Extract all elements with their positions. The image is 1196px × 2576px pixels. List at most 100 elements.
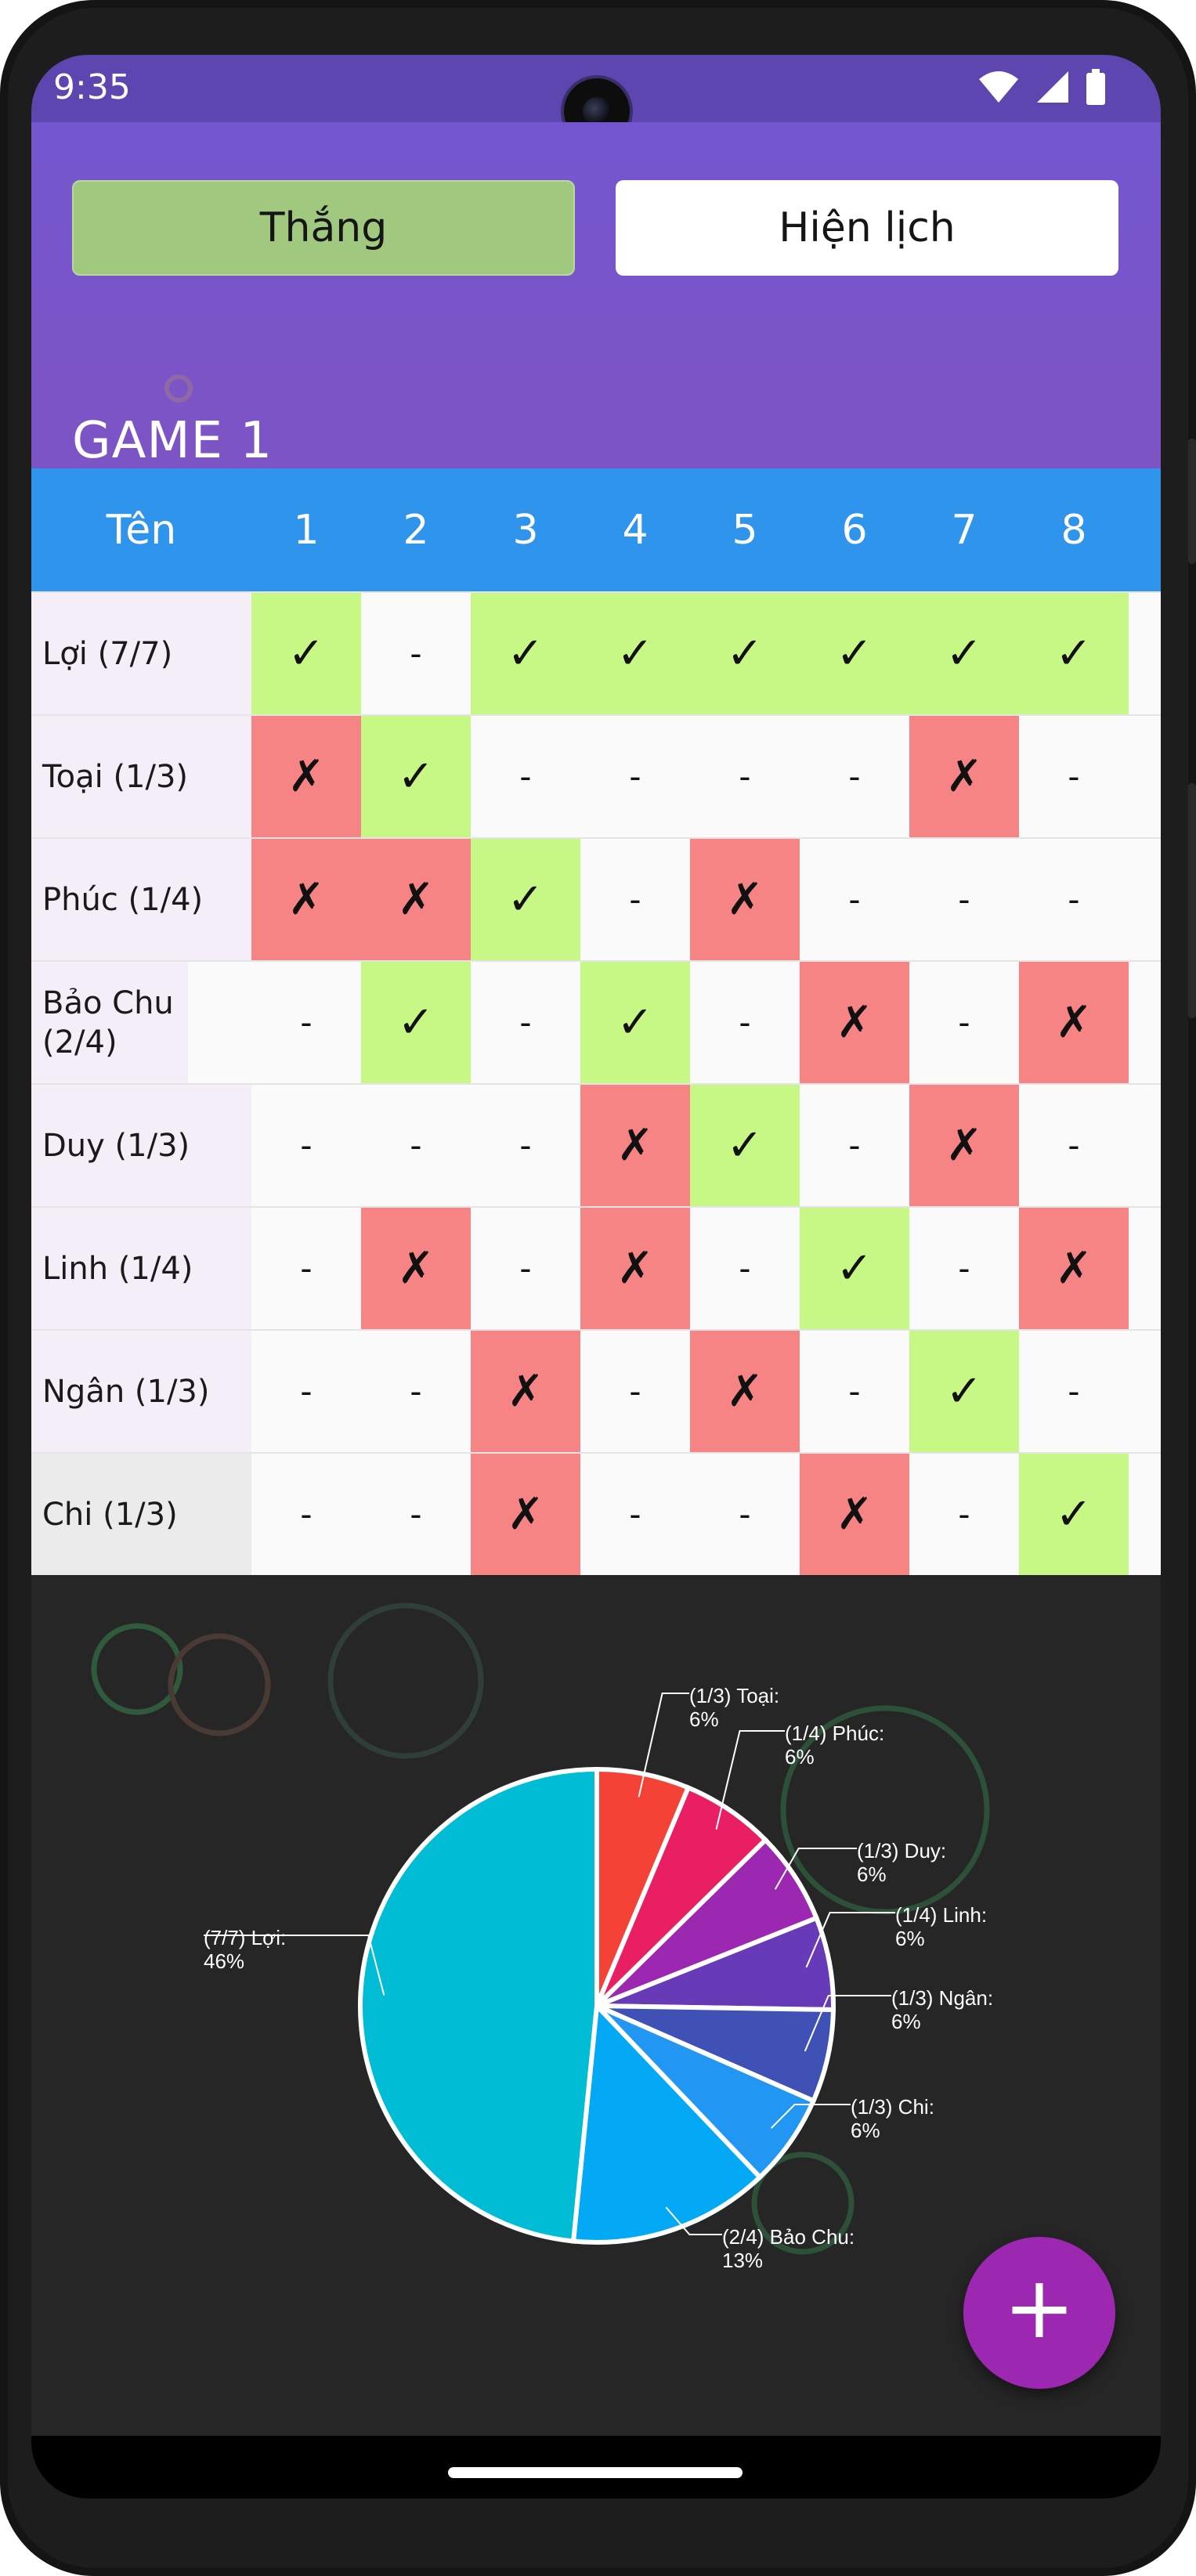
result-cell[interactable]: ✓	[580, 593, 690, 714]
signal-icon	[1037, 71, 1068, 103]
result-cell[interactable]: -	[909, 1454, 1019, 1575]
result-cell[interactable]: -	[251, 962, 361, 1083]
result-cell[interactable]: -	[690, 1454, 800, 1575]
result-cell[interactable]: ✗	[361, 839, 471, 960]
result-cell[interactable]: ✗	[909, 716, 1019, 837]
pie-percent-label: 6%	[851, 2119, 880, 2142]
home-indicator[interactable]	[448, 2467, 743, 2478]
result-cell[interactable]: ✗	[800, 962, 909, 1083]
result-cell[interactable]: ✓	[471, 593, 580, 714]
player-name-cell: Linh (1/4)	[31, 1208, 251, 1329]
result-cell[interactable]: -	[800, 1331, 909, 1452]
result-cell[interactable]: ✗	[1019, 962, 1129, 1083]
row-edge	[1129, 1085, 1161, 1206]
win-button[interactable]: Thắng	[72, 180, 575, 276]
result-cell[interactable]: ✓	[361, 962, 471, 1083]
result-cell[interactable]: ✓	[800, 1208, 909, 1329]
column-header-round: 5	[732, 506, 758, 554]
player-name-cell: Duy (1/3)	[31, 1085, 251, 1206]
player-name-cell: Toại (1/3)	[31, 716, 251, 837]
result-cell[interactable]: ✗	[909, 1085, 1019, 1206]
result-cell[interactable]: -	[909, 839, 1019, 960]
power-button	[1188, 439, 1196, 564]
result-cell[interactable]: ✓	[690, 593, 800, 714]
row-edge	[1129, 1208, 1161, 1329]
result-cell[interactable]: ✓	[471, 839, 580, 960]
column-header-round: 3	[512, 506, 539, 554]
pie-slice[interactable]	[358, 1766, 599, 2244]
result-cell[interactable]: -	[1019, 839, 1129, 960]
result-cell[interactable]: ✗	[361, 1208, 471, 1329]
status-time: 9:35	[53, 67, 131, 107]
result-cell[interactable]: ✗	[690, 839, 800, 960]
table-row: Toại (1/3) ✗ ✓ - - - - ✗ -	[31, 714, 1161, 837]
row-edge	[1129, 1454, 1161, 1575]
result-cell[interactable]: ✓	[690, 1085, 800, 1206]
result-cell[interactable]: -	[361, 1331, 471, 1452]
result-cell[interactable]: -	[690, 962, 800, 1083]
result-cell[interactable]: ✓	[909, 593, 1019, 714]
result-cell[interactable]: ✓	[251, 593, 361, 714]
result-cell[interactable]: -	[909, 962, 1019, 1083]
result-cell[interactable]: -	[471, 1085, 580, 1206]
result-cell[interactable]: -	[471, 716, 580, 837]
pie-label: (7/7) Lợi:	[204, 1926, 286, 1949]
result-cell[interactable]: -	[251, 1208, 361, 1329]
player-name-cell: Chi (1/3)	[31, 1454, 251, 1575]
result-cell[interactable]: -	[690, 716, 800, 837]
player-name-cell: Bảo Chu (2/4)	[31, 962, 188, 1083]
result-cell[interactable]: -	[361, 593, 471, 714]
result-cell[interactable]: -	[1019, 1085, 1129, 1206]
result-cell[interactable]: ✓	[361, 716, 471, 837]
result-cell[interactable]: -	[1019, 1331, 1129, 1452]
result-cell[interactable]: ✗	[580, 1085, 690, 1206]
result-cell[interactable]: ✗	[471, 1454, 580, 1575]
result-cell[interactable]: ✓	[800, 593, 909, 714]
pie-percent-label: 46%	[204, 1949, 244, 1973]
result-cell[interactable]: ✗	[800, 1454, 909, 1575]
result-cell[interactable]: -	[361, 1085, 471, 1206]
result-cell[interactable]: -	[251, 1085, 361, 1206]
app-header: Thắng Hiện lịch GAME 1	[31, 122, 1161, 470]
result-cell[interactable]: ✓	[580, 962, 690, 1083]
result-cell[interactable]: ✓	[1019, 1454, 1129, 1575]
result-cell[interactable]: ✓	[909, 1331, 1019, 1452]
pie-label: (1/4) Phúc:	[785, 1722, 884, 1745]
result-cell[interactable]: -	[471, 1208, 580, 1329]
row-edge	[1129, 839, 1161, 960]
show-calendar-button[interactable]: Hiện lịch	[616, 180, 1118, 276]
result-cell[interactable]: -	[580, 1331, 690, 1452]
result-cell[interactable]: -	[361, 1454, 471, 1575]
result-cell[interactable]: ✓	[1019, 593, 1129, 714]
result-cell[interactable]: -	[251, 1331, 361, 1452]
battery-icon	[1086, 69, 1105, 105]
result-cell[interactable]: ✗	[251, 839, 361, 960]
result-cell[interactable]: -	[251, 1454, 361, 1575]
result-cell[interactable]: -	[580, 1454, 690, 1575]
result-cell[interactable]: ✗	[690, 1331, 800, 1452]
pie-percent-label: 6%	[891, 2010, 921, 2033]
result-cell[interactable]: ✗	[1019, 1208, 1129, 1329]
result-cell[interactable]: ✗	[251, 716, 361, 837]
result-cell[interactable]: -	[690, 1208, 800, 1329]
result-cell[interactable]: ✗	[580, 1208, 690, 1329]
table-row: Duy (1/3) - - - ✗ ✓ - ✗ -	[31, 1083, 1161, 1206]
pie-percent-label: 6%	[857, 1862, 887, 1886]
result-cell[interactable]: -	[909, 1208, 1019, 1329]
result-cell[interactable]: ✗	[471, 1331, 580, 1452]
pie-label: (1/3) Toại:	[689, 1684, 779, 1707]
pie-percent-label: 6%	[895, 1927, 925, 1950]
table-row: Lợi (7/7) ✓ - ✓ ✓ ✓ ✓ ✓ ✓	[31, 591, 1161, 714]
result-cell[interactable]: -	[580, 839, 690, 960]
pie-label: (1/3) Duy:	[857, 1839, 946, 1862]
result-cell[interactable]: -	[471, 962, 580, 1083]
add-fab-button[interactable]: +	[963, 2237, 1115, 2389]
result-cell[interactable]: -	[1019, 716, 1129, 837]
result-cell[interactable]: -	[580, 716, 690, 837]
player-name-cell: Ngân (1/3)	[31, 1331, 251, 1452]
result-cell[interactable]: -	[800, 1085, 909, 1206]
result-cell[interactable]: -	[800, 839, 909, 960]
column-header-round: 1	[293, 506, 320, 554]
result-cell[interactable]: -	[800, 716, 909, 837]
row-edge	[1129, 716, 1161, 837]
